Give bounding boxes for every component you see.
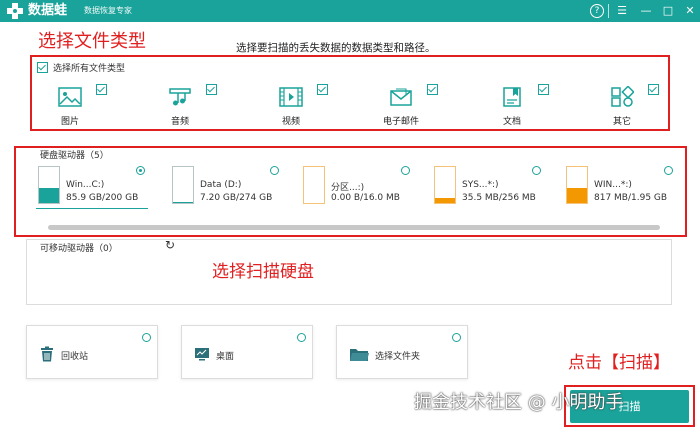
other-icon [611,86,634,107]
document-icon [503,87,521,107]
removable-drives-title: 可移动驱动器（0） [40,244,118,254]
video-checkbox[interactable] [317,84,328,95]
file-type-label: 电子邮件 [382,117,419,127]
file-type-label: 其它 [612,117,631,127]
drive-icon [172,166,194,204]
location-label: 回收站 [61,352,89,362]
drive-name: Win...C:) [66,180,105,190]
drive-winre[interactable]: WIN...*:) 817 MB/1.95 GB [566,166,690,210]
hard-drives-title: 硬盘驱动器（5） [40,151,109,161]
music-icon [169,88,191,106]
drive-size: 817 MB/1.95 GB [594,193,668,203]
drive-icon [38,166,60,204]
select-all-file-types[interactable]: 选择所有文件类型 [37,61,125,74]
image-checkbox[interactable] [96,84,107,95]
select-all-label: 选择所有文件类型 [53,64,126,74]
drive-size: 0.00 B/16.0 MB [331,193,400,203]
instruction-text: 选择要扫描的丢失数据的数据类型和路径。 [236,42,436,54]
minimize-button[interactable]: — [638,3,654,19]
drive-name: Data (D:) [200,180,242,190]
drive-radio[interactable] [136,166,145,175]
image-icon [58,87,82,107]
drive-system[interactable]: SYS...*:) 35.5 MB/256 MB [434,166,558,210]
drive-usage-fill [173,201,193,203]
email-checkbox[interactable] [427,84,438,95]
drive-size: 35.5 MB/256 MB [462,193,536,203]
location-select-folder[interactable]: 选择文件夹 [336,325,468,379]
drive-name: 分区...:) [331,183,365,193]
drive-name: SYS...*:) [462,180,499,190]
select-all-checkbox[interactable] [37,62,48,73]
video-icon [279,87,303,107]
drive-radio[interactable] [532,166,541,175]
drive-radio[interactable] [401,166,410,175]
location-radio[interactable] [452,333,461,342]
drive-partition[interactable]: 分区...:) 0.00 B/16.0 MB [303,166,427,210]
file-type-image[interactable]: 图片 [38,78,116,127]
refresh-icon[interactable]: ↻ [165,238,175,252]
drive-usage-fill [435,197,455,203]
titlebar-divider [608,4,609,18]
file-type-document[interactable]: 文档 [480,78,558,127]
close-button[interactable]: ✕ [682,3,698,19]
document-checkbox[interactable] [538,84,549,95]
other-checkbox[interactable] [648,84,659,95]
location-radio[interactable] [297,333,306,342]
file-type-video[interactable]: 视频 [259,78,337,127]
watermark: 掘金技术社区 @ 小明助手 [414,392,624,413]
app-subtitle: 数据恢复专家 [84,6,132,15]
app-name: 数据蛙 [28,3,68,18]
drive-size: 7.20 GB/274 GB [200,193,273,203]
drive-size: 85.9 GB/200 GB [66,193,139,203]
app-logo-icon [7,3,23,19]
drive-name: WIN...*:) [594,180,632,190]
annotation-box-file-types [30,55,670,131]
title-bar: 数据蛙 数据恢复专家 ? ☰ — □ ✕ [0,0,700,22]
file-type-other[interactable]: 其它 [590,78,668,127]
desktop-icon [195,348,209,361]
annotation-choose-disk: 选择扫描硬盘 [212,262,314,282]
location-label: 桌面 [216,352,235,362]
location-radio[interactable] [142,333,151,342]
drive-icon [303,166,325,204]
menu-button[interactable]: ☰ [614,3,630,19]
location-label: 选择文件夹 [375,352,421,362]
file-type-label: 视频 [281,117,300,127]
audio-checkbox[interactable] [206,84,217,95]
drive-icon [566,166,588,204]
file-type-audio[interactable]: 音频 [148,78,226,127]
file-type-label: 文档 [502,117,521,127]
file-type-label: 图片 [60,117,79,127]
file-type-label: 音频 [170,117,189,127]
drive-usage-fill [39,187,59,203]
email-icon [390,88,412,106]
drive-radio[interactable] [270,166,279,175]
selected-drive-underline [36,208,148,209]
location-recycle-bin[interactable]: 回收站 [26,325,158,379]
annotation-choose-file-type: 选择文件类型 [38,31,146,52]
drive-radio[interactable] [664,166,673,175]
drive-d[interactable]: Data (D:) 7.20 GB/274 GB [172,166,296,210]
location-desktop[interactable]: 桌面 [181,325,313,379]
drive-icon [434,166,456,204]
maximize-button[interactable]: □ [660,3,676,19]
folder-icon [350,349,369,361]
recycle-bin-icon [41,346,53,362]
drive-usage-fill [567,187,587,203]
removable-drives-panel [26,239,672,305]
annotation-click-scan: 点击【扫描】 [568,353,670,373]
drive-c[interactable]: Win...C:) 85.9 GB/200 GB [38,166,162,210]
help-button[interactable]: ? [590,4,604,18]
drives-scrollbar[interactable] [48,225,660,230]
file-type-email[interactable]: 电子邮件 [369,78,447,127]
